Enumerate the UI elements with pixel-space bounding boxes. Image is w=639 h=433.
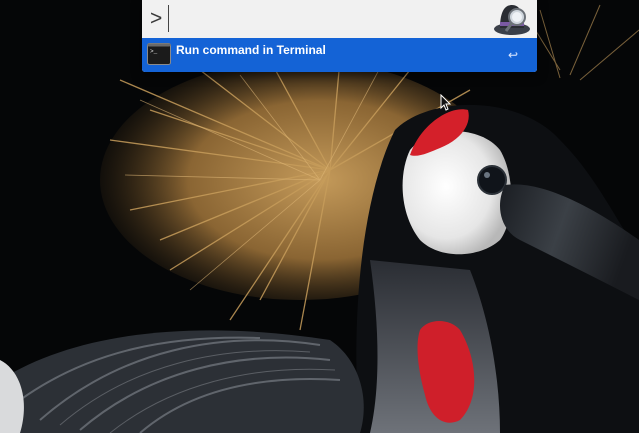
query-input[interactable]: > <box>150 7 162 31</box>
eye <box>477 165 507 195</box>
mouse-pointer-icon <box>440 94 452 111</box>
query-bar[interactable]: > <box>142 0 537 38</box>
result-title: Run command in Terminal <box>176 43 326 57</box>
return-key-icon: ↩ <box>508 48 519 62</box>
result-item-run-terminal[interactable]: >_ Run command in Terminal ↩ <box>142 38 537 72</box>
terminal-icon: >_ <box>147 43 171 65</box>
hat-magnifier-icon <box>494 5 530 35</box>
launcher-window: > >_ Run command in Terminal ↩ <box>142 0 537 72</box>
svg-text:>_: >_ <box>150 48 158 55</box>
text-caret <box>168 5 169 32</box>
